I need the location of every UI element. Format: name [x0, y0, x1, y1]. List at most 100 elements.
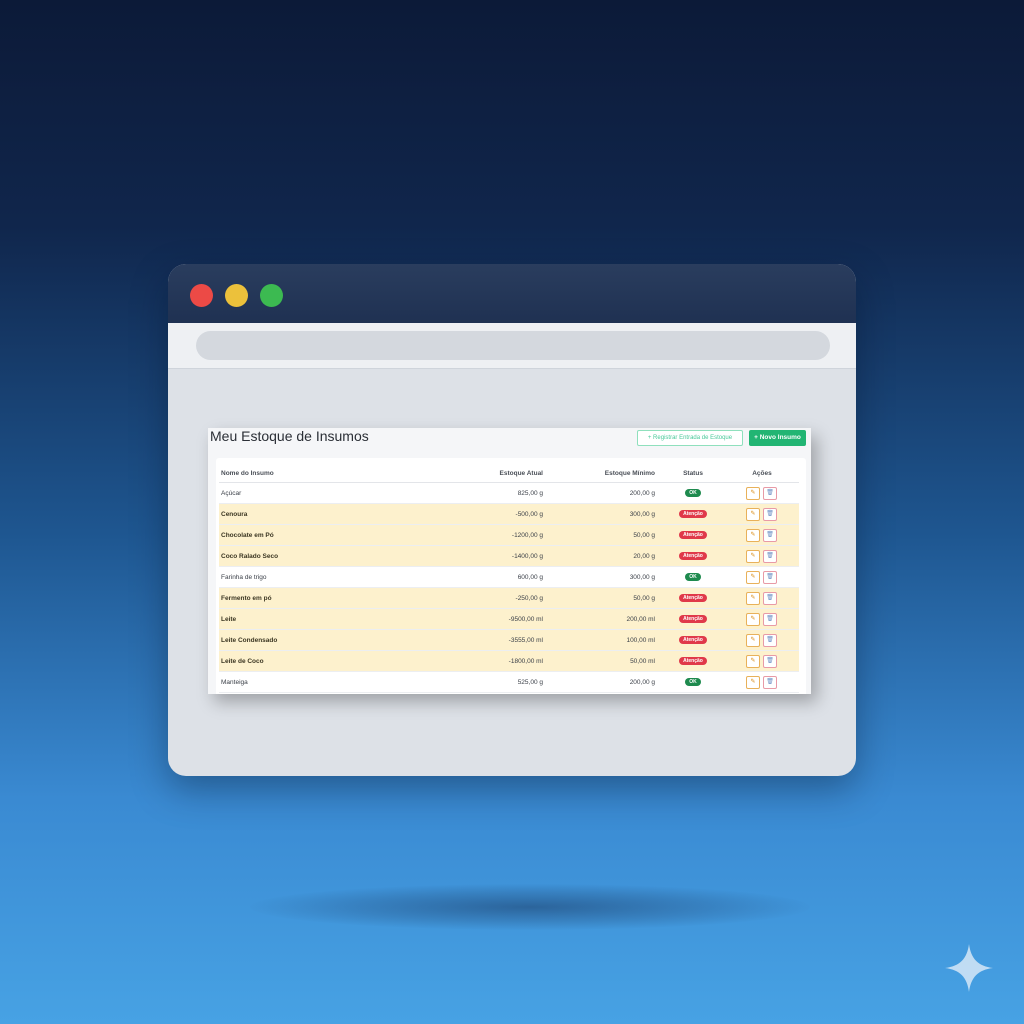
pencil-icon: ✎: [750, 511, 756, 517]
supply-name: Leite de Coco: [221, 658, 264, 665]
status-badge: Atenção: [679, 531, 707, 540]
edit-button[interactable]: ✎: [746, 550, 760, 563]
edit-button[interactable]: ✎: [746, 655, 760, 668]
status-cell: Atenção: [663, 504, 723, 525]
trash-icon: 🗑: [766, 574, 774, 580]
status-cell: Atenção: [663, 588, 723, 609]
minimum-stock-value: 200,00 g: [629, 679, 655, 686]
pencil-icon: ✎: [750, 616, 756, 622]
current-stock-value: -1200,00 g: [511, 532, 543, 539]
edit-button[interactable]: ✎: [746, 634, 760, 647]
browser-content: Meu Estoque de Insumos + Registrar Entra…: [168, 369, 856, 776]
trash-icon: 🗑: [766, 616, 774, 622]
status-cell: OK: [663, 567, 723, 588]
header-current-stock: Estoque Atual: [499, 470, 543, 477]
delete-button[interactable]: 🗑: [763, 487, 777, 500]
table-row: Coco Ralado Seco -1400,00 g 20,00 g Atenção…: [219, 546, 799, 567]
current-stock-value: 825,00 g: [517, 490, 543, 497]
pencil-icon: ✎: [750, 595, 756, 601]
current-stock-value: -3555,00 ml: [508, 637, 543, 644]
pencil-icon: ✎: [750, 532, 756, 538]
status-badge: Atenção: [679, 552, 707, 561]
status-badge: Atenção: [679, 594, 707, 603]
status-cell: Atenção: [663, 651, 723, 672]
trash-icon: 🗑: [766, 511, 774, 517]
trash-icon: 🗑: [766, 658, 774, 664]
floor-shadow: [250, 884, 810, 930]
title-bar: [168, 264, 856, 323]
status-cell: Atenção: [663, 546, 723, 567]
page-title: Meu Estoque de Insumos: [210, 428, 369, 444]
supply-name: Fermento em pó: [221, 595, 272, 602]
current-stock-value: 600,00 g: [517, 574, 543, 581]
header-actions: Ações: [752, 470, 772, 477]
table-header: Nome do Insumo Estoque Atual Estoque Mín…: [219, 464, 799, 483]
edit-button[interactable]: ✎: [746, 592, 760, 605]
table-row: Leite -9500,00 ml 200,00 ml Atenção ✎ 🗑: [219, 609, 799, 630]
browser-toolbar: [168, 323, 856, 369]
supply-name: Leite: [221, 616, 237, 623]
table-row: Chocolate em Pó -1200,00 g 50,00 g Atenção ✎…: [219, 525, 799, 546]
sparkle-icon: [945, 944, 993, 992]
current-stock-value: -1400,00 g: [511, 553, 543, 560]
minimize-window-button[interactable]: [225, 284, 248, 307]
inventory-app: Meu Estoque de Insumos + Registrar Entra…: [208, 428, 811, 694]
supply-name: Manteiga: [221, 679, 248, 686]
trash-icon: 🗑: [766, 553, 774, 559]
minimum-stock-value: 200,00 g: [629, 490, 655, 497]
header-status: Status: [683, 470, 703, 477]
pencil-icon: ✎: [750, 574, 756, 580]
supply-name: Cenoura: [221, 511, 248, 518]
edit-button[interactable]: ✎: [746, 529, 760, 542]
edit-button[interactable]: ✎: [746, 676, 760, 689]
table-row: Manteiga 525,00 g 200,00 g OK ✎ 🗑: [219, 672, 799, 693]
status-badge: OK: [685, 678, 701, 687]
delete-button[interactable]: 🗑: [763, 655, 777, 668]
current-stock-value: 525,00 g: [517, 679, 543, 686]
address-bar[interactable]: [196, 331, 830, 360]
status-cell: Atenção: [663, 630, 723, 651]
status-badge: OK: [685, 489, 701, 498]
delete-button[interactable]: 🗑: [763, 592, 777, 605]
edit-button[interactable]: ✎: [746, 571, 760, 584]
inventory-table-card: Nome do Insumo Estoque Atual Estoque Mín…: [216, 458, 806, 694]
trash-icon: 🗑: [766, 595, 774, 601]
edit-button[interactable]: ✎: [746, 508, 760, 521]
current-stock-value: -250,00 g: [515, 595, 543, 602]
supply-name: Farinha de trigo: [221, 574, 267, 581]
delete-button[interactable]: 🗑: [763, 508, 777, 521]
register-stock-entry-button[interactable]: + Registrar Entrada de Estoque: [637, 430, 743, 446]
minimum-stock-value: 50,00 g: [633, 532, 655, 539]
header-name: Nome do Insumo: [221, 470, 274, 477]
table-row: Leite Condensado -3555,00 ml 100,00 ml Aten…: [219, 630, 799, 651]
minimum-stock-value: 200,00 ml: [626, 616, 655, 623]
trash-icon: 🗑: [766, 532, 774, 538]
edit-button[interactable]: ✎: [746, 487, 760, 500]
table-row: Açúcar 825,00 g 200,00 g OK ✎ 🗑: [219, 483, 799, 504]
close-window-button[interactable]: [190, 284, 213, 307]
minimum-stock-value: 50,00 g: [633, 595, 655, 602]
delete-button[interactable]: 🗑: [763, 529, 777, 542]
pencil-icon: ✎: [750, 658, 756, 664]
table-row: Cenoura -500,00 g 300,00 g Atenção ✎ 🗑: [219, 504, 799, 525]
table-row: Leite de Coco -1800,00 ml 50,00 ml Atenção ✎…: [219, 651, 799, 672]
edit-button[interactable]: ✎: [746, 613, 760, 626]
delete-button[interactable]: 🗑: [763, 550, 777, 563]
status-cell: OK: [663, 672, 723, 693]
current-stock-value: -1800,00 ml: [508, 658, 543, 665]
delete-button[interactable]: 🗑: [763, 613, 777, 626]
delete-button[interactable]: 🗑: [763, 676, 777, 689]
status-badge: Atenção: [679, 657, 707, 666]
minimum-stock-value: 50,00 ml: [630, 658, 655, 665]
pencil-icon: ✎: [750, 679, 756, 685]
status-cell: Atenção: [663, 609, 723, 630]
table-row: Fermento em pó -250,00 g 50,00 g Atenção ✎ 🗑: [219, 588, 799, 609]
current-stock-value: -9500,00 ml: [508, 616, 543, 623]
pencil-icon: ✎: [750, 490, 756, 496]
minimum-stock-value: 100,00 ml: [626, 637, 655, 644]
maximize-window-button[interactable]: [260, 284, 283, 307]
delete-button[interactable]: 🗑: [763, 571, 777, 584]
trash-icon: 🗑: [766, 490, 774, 496]
new-supply-button[interactable]: + Novo Insumo: [749, 430, 806, 446]
delete-button[interactable]: 🗑: [763, 634, 777, 647]
